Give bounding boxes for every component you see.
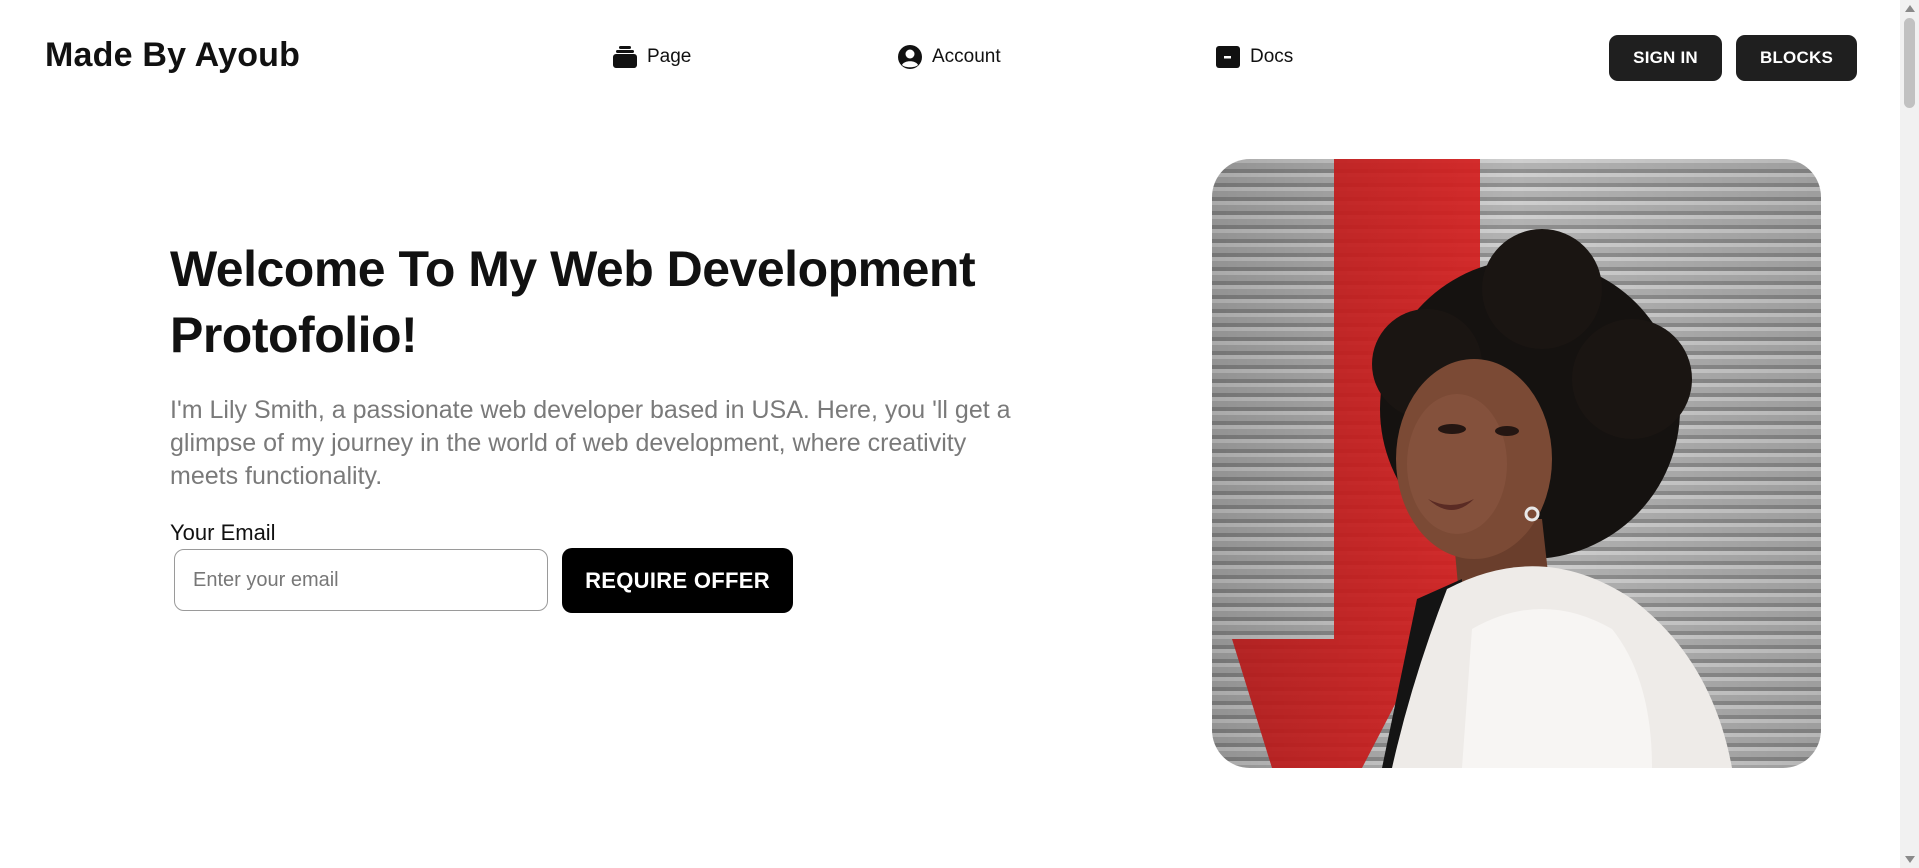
email-label: Your Email [170, 520, 276, 545]
scroll-up-icon[interactable] [1905, 5, 1915, 12]
nav-item-account[interactable]: Account [897, 44, 1001, 70]
scroll-thumb[interactable] [1904, 18, 1915, 108]
user-circle-icon [897, 44, 923, 70]
stack-icon [612, 44, 638, 70]
page-scrollbar[interactable] [1900, 0, 1919, 868]
email-input[interactable] [174, 549, 548, 611]
nav-item-page[interactable]: Page [612, 44, 691, 70]
hero-subtitle: I'm Lily Smith, a passionate web develop… [170, 396, 1011, 490]
scroll-down-icon[interactable] [1905, 856, 1915, 863]
nav-item-label: Account [932, 46, 1001, 67]
blocks-button[interactable]: BLOCKS [1736, 35, 1857, 81]
terminal-icon [1215, 44, 1241, 70]
brand-logo[interactable]: Made By Ayoub [45, 36, 300, 75]
hero-portrait-image [1212, 159, 1821, 768]
top-navbar: Made By Ayoub Page Account Docs SIGN IN … [0, 0, 1900, 116]
hero-title: Welcome To My Web Development Protofolio… [170, 241, 976, 363]
nav-item-label: Page [647, 46, 692, 67]
nav-item-label: Docs [1250, 46, 1294, 67]
sign-in-button[interactable]: SIGN IN [1609, 35, 1722, 81]
nav-item-docs[interactable]: Docs [1215, 44, 1293, 70]
require-offer-button[interactable]: REQUIRE OFFER [562, 548, 793, 613]
